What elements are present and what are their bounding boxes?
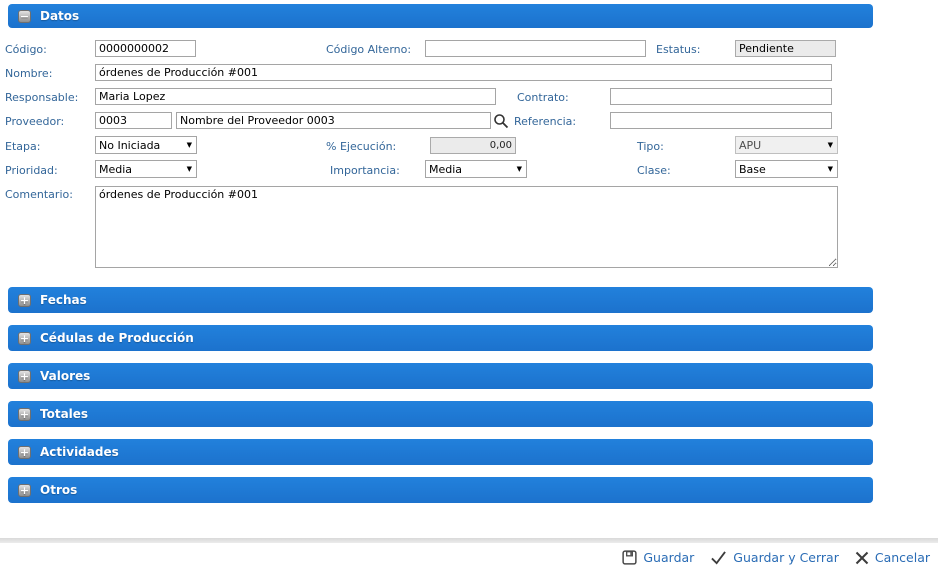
prioridad-label: Prioridad: (5, 164, 58, 177)
expand-icon[interactable]: + (18, 294, 31, 307)
checkmark-icon (710, 550, 727, 565)
codigo-alterno-input[interactable] (425, 40, 646, 57)
save-floppy-icon (622, 550, 637, 565)
save-button[interactable]: Guardar (622, 550, 694, 565)
section-header-datos[interactable]: − Datos (8, 4, 873, 28)
referencia-label: Referencia: (514, 115, 576, 128)
tipo-select: APU (735, 136, 838, 154)
cancel-button[interactable]: Cancelar (855, 550, 930, 565)
tipo-label: Tipo: (637, 140, 664, 153)
section-header-totales[interactable]: + Totales (8, 401, 873, 427)
codigo-label: Código: (5, 43, 47, 56)
expand-icon[interactable]: + (18, 446, 31, 459)
expand-icon[interactable]: + (18, 370, 31, 383)
section-header-cedulas-de-produccion[interactable]: + Cédulas de Producción (8, 325, 873, 351)
footer-divider (0, 538, 938, 543)
save-button-label: Guardar (643, 550, 694, 565)
proveedor-lookup-button[interactable] (493, 113, 509, 129)
codigo-input[interactable] (95, 40, 196, 57)
responsable-label: Responsable: (5, 91, 78, 104)
expand-icon[interactable]: + (18, 332, 31, 345)
comentario-textarea[interactable]: órdenes de Producción #001 (95, 186, 838, 268)
save-and-close-button[interactable]: Guardar y Cerrar (710, 550, 839, 565)
section-title-datos: Datos (40, 9, 79, 23)
proveedor-code-input[interactable] (95, 112, 172, 129)
section-title-fechas: Fechas (40, 293, 87, 307)
estatus-field (735, 40, 836, 57)
proveedor-name-input[interactable] (176, 112, 491, 129)
referencia-input[interactable] (610, 112, 832, 129)
ejecucion-label: % Ejecución: (326, 140, 396, 153)
section-header-actividades[interactable]: + Actividades (8, 439, 873, 465)
contrato-label: Contrato: (517, 91, 569, 104)
close-x-icon (855, 551, 869, 565)
section-title-otros: Otros (40, 483, 77, 497)
order-edit-page: − Datos Código: Código Alterno: Estatus:… (0, 0, 938, 577)
cancel-button-label: Cancelar (875, 550, 930, 565)
prioridad-select[interactable]: Media (95, 160, 197, 178)
section-title-totales: Totales (40, 407, 88, 421)
section-header-valores[interactable]: + Valores (8, 363, 873, 389)
ejecucion-field (430, 137, 516, 154)
section-header-fechas[interactable]: + Fechas (8, 287, 873, 313)
section-title-valores: Valores (40, 369, 90, 383)
importancia-label: Importancia: (330, 164, 400, 177)
comentario-label: Comentario: (5, 188, 73, 201)
estatus-label: Estatus: (656, 43, 700, 56)
search-icon (493, 113, 509, 129)
clase-select[interactable]: Base (735, 160, 838, 178)
nombre-input[interactable] (95, 64, 832, 81)
section-title-cedulas-de-produccion: Cédulas de Producción (40, 331, 194, 345)
expand-icon[interactable]: + (18, 408, 31, 421)
collapse-icon[interactable]: − (18, 10, 31, 23)
codigo-alterno-label: Código Alterno: (326, 43, 411, 56)
proveedor-label: Proveedor: (5, 115, 64, 128)
section-header-otros[interactable]: + Otros (8, 477, 873, 503)
footer-toolbar: Guardar Guardar y Cerrar Cancelar (622, 550, 930, 565)
etapa-label: Etapa: (5, 140, 40, 153)
section-title-actividades: Actividades (40, 445, 119, 459)
clase-label: Clase: (637, 164, 671, 177)
etapa-select[interactable]: No Iniciada (95, 136, 197, 154)
importancia-select[interactable]: Media (425, 160, 527, 178)
nombre-label: Nombre: (5, 67, 52, 80)
responsable-input[interactable] (95, 88, 496, 105)
expand-icon[interactable]: + (18, 484, 31, 497)
save-and-close-button-label: Guardar y Cerrar (733, 550, 839, 565)
contrato-input[interactable] (610, 88, 832, 105)
